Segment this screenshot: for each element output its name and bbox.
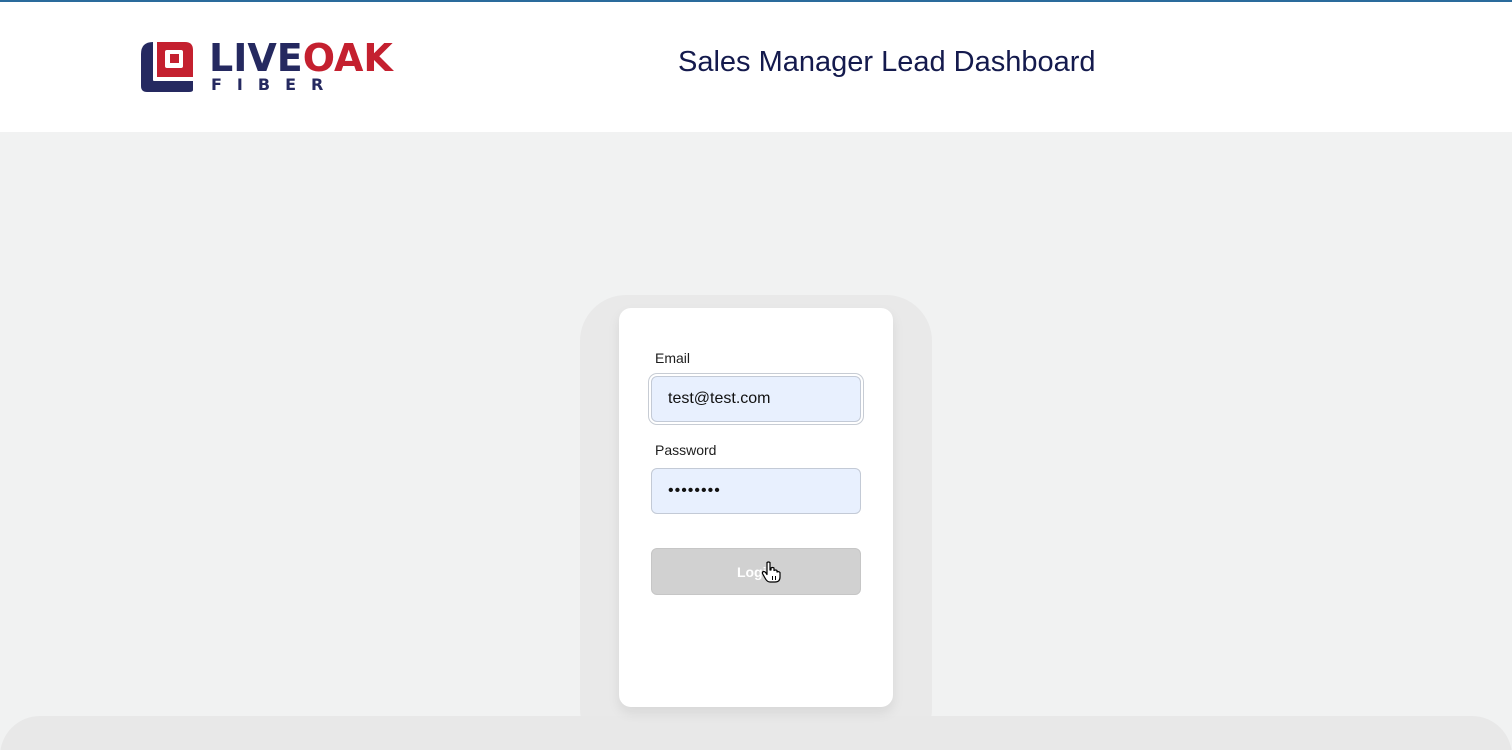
login-card: Email Password Login <box>619 308 893 707</box>
hand-pointer-cursor-icon <box>761 561 781 583</box>
login-button[interactable]: Login <box>651 548 861 595</box>
email-field[interactable] <box>651 376 861 422</box>
logo-fiber-text: FIBER <box>211 75 339 94</box>
page-title: Sales Manager Lead Dashboard <box>678 46 1096 78</box>
email-label: Email <box>655 350 691 366</box>
header: LIVEOAK FIBER Sales Manager Lead Dashboa… <box>0 2 1512 132</box>
logo-live-text: LIVE <box>209 36 303 80</box>
liveoak-fiber-logo[interactable]: LIVEOAK FIBER <box>141 38 401 96</box>
liveoak-logo-mark-icon <box>141 42 193 92</box>
logo-wordmark: LIVEOAK <box>209 38 393 78</box>
password-field[interactable] <box>651 468 861 514</box>
logo-oak-text: OAK <box>302 36 393 80</box>
bottom-backdrop <box>0 716 1512 750</box>
password-label: Password <box>655 442 717 458</box>
